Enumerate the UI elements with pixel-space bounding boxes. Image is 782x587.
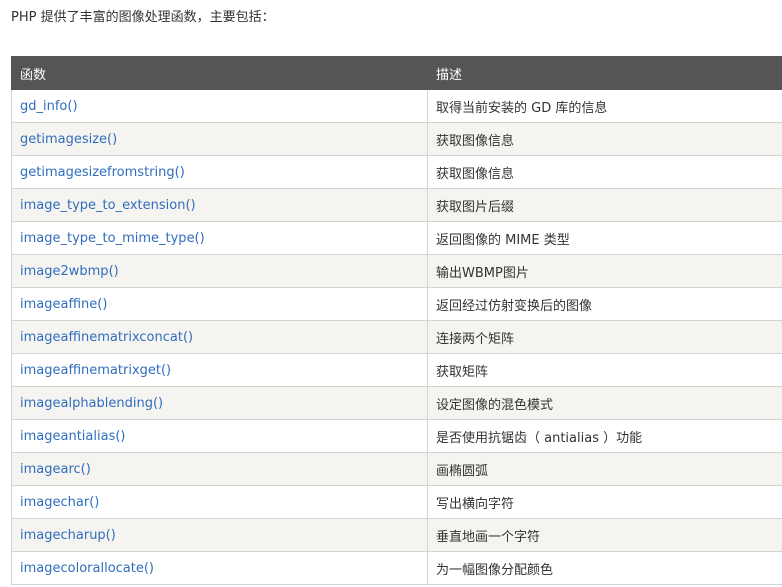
function-description: 获取图片后缀: [427, 188, 782, 222]
functions-table: 函数 描述 gd_info() 取得当前安装的 GD 库的信息 getimagesi…: [11, 56, 782, 585]
function-name-link[interactable]: imagecharup(): [11, 518, 428, 552]
function-name-link[interactable]: getimagesize(): [11, 122, 428, 156]
table-row: imageaffinematrixget() 获取矩阵: [11, 353, 782, 387]
table-header-row: 函数 描述: [11, 56, 782, 90]
table-row: image_type_to_mime_type() 返回图像的 MIME 类型: [11, 221, 782, 255]
function-name-link[interactable]: imagearc(): [11, 452, 428, 486]
column-header-function: 函数: [11, 56, 428, 90]
function-description: 为一幅图像分配颜色: [427, 551, 782, 585]
table-row: image_type_to_extension() 获取图片后缀: [11, 188, 782, 222]
table-row: imagecolorallocate() 为一幅图像分配颜色: [11, 551, 782, 585]
function-description: 获取图像信息: [427, 122, 782, 156]
function-description: 获取图像信息: [427, 155, 782, 189]
function-name-link[interactable]: image_type_to_mime_type(): [11, 221, 428, 255]
function-name-link[interactable]: imageantialias(): [11, 419, 428, 453]
table-row: imagearc() 画椭圆弧: [11, 452, 782, 486]
function-description: 返回经过仿射变换后的图像: [427, 287, 782, 321]
function-description: 取得当前安装的 GD 库的信息: [427, 89, 782, 123]
column-header-description: 描述: [427, 56, 782, 90]
table-row: getimagesize() 获取图像信息: [11, 122, 782, 156]
function-description: 垂直地画一个字符: [427, 518, 782, 552]
function-name-link[interactable]: imageaffinematrixconcat(): [11, 320, 428, 354]
function-description: 获取矩阵: [427, 353, 782, 387]
function-description: 输出WBMP图片: [427, 254, 782, 288]
function-name-link[interactable]: getimagesizefromstring(): [11, 155, 428, 189]
table-row: getimagesizefromstring() 获取图像信息: [11, 155, 782, 189]
function-name-link[interactable]: image2wbmp(): [11, 254, 428, 288]
table-row: image2wbmp() 输出WBMP图片: [11, 254, 782, 288]
function-description: 画椭圆弧: [427, 452, 782, 486]
table-row: imagealphablending() 设定图像的混色模式: [11, 386, 782, 420]
function-description: 设定图像的混色模式: [427, 386, 782, 420]
function-description: 连接两个矩阵: [427, 320, 782, 354]
function-description: 返回图像的 MIME 类型: [427, 221, 782, 255]
function-name-link[interactable]: imageaffinematrixget(): [11, 353, 428, 387]
intro-text: PHP 提供了丰富的图像处理函数，主要包括：: [11, 10, 275, 25]
function-description: 是否使用抗锯齿（ antialias ）功能: [427, 419, 782, 453]
table-row: imageantialias() 是否使用抗锯齿（ antialias ）功能: [11, 419, 782, 453]
table-row: imageaffine() 返回经过仿射变换后的图像: [11, 287, 782, 321]
table-row: imagechar() 写出横向字符: [11, 485, 782, 519]
function-name-link[interactable]: imageaffine(): [11, 287, 428, 321]
table-row: gd_info() 取得当前安装的 GD 库的信息: [11, 89, 782, 123]
function-name-link[interactable]: gd_info(): [11, 89, 428, 123]
table-row: imageaffinematrixconcat() 连接两个矩阵: [11, 320, 782, 354]
table-row: imagecharup() 垂直地画一个字符: [11, 518, 782, 552]
function-name-link[interactable]: imagecolorallocate(): [11, 551, 428, 585]
functions-table-container: 函数 描述 gd_info() 取得当前安装的 GD 库的信息 getimagesi…: [11, 56, 782, 585]
function-name-link[interactable]: imagealphablending(): [11, 386, 428, 420]
function-name-link[interactable]: imagechar(): [11, 485, 428, 519]
function-description: 写出横向字符: [427, 485, 782, 519]
function-name-link[interactable]: image_type_to_extension(): [11, 188, 428, 222]
